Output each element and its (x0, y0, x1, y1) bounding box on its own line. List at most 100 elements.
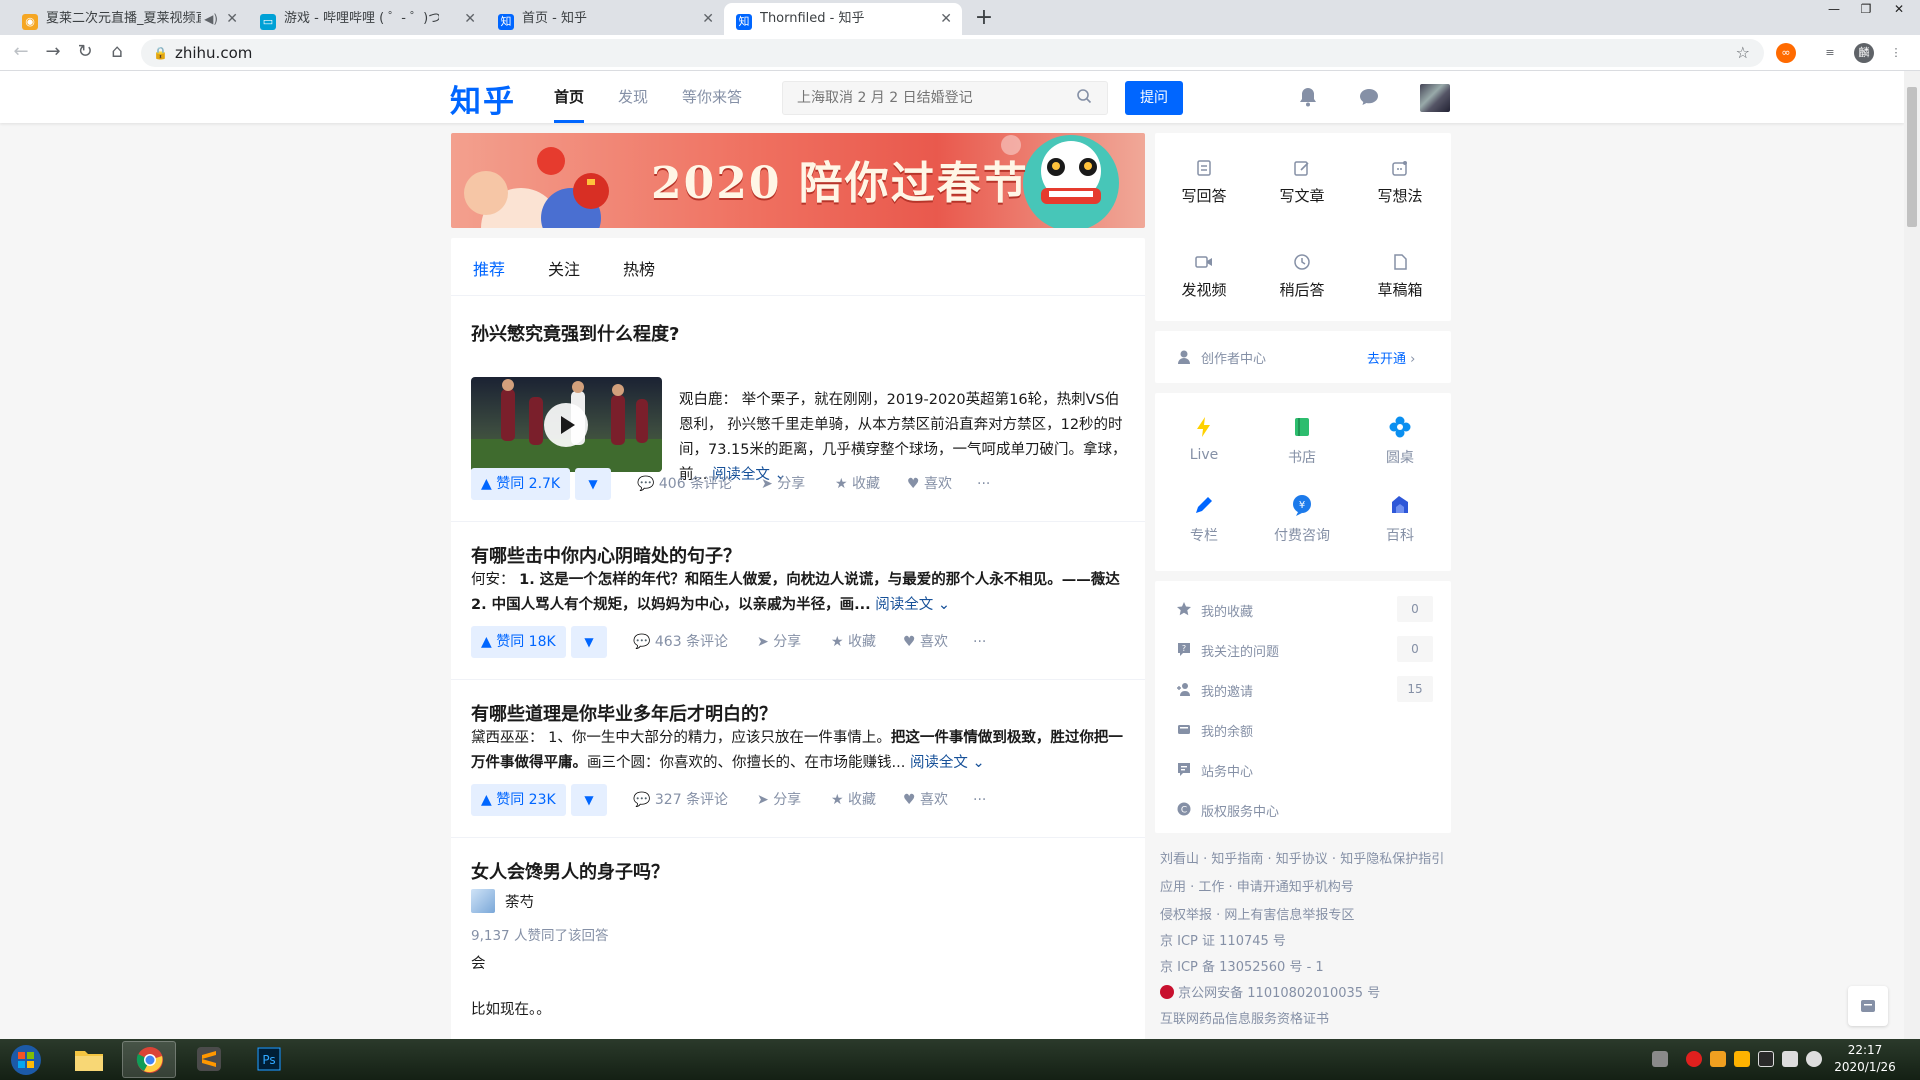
spring-festival-banner[interactable]: 2020 陪你过春节 (451, 133, 1145, 228)
video-thumbnail[interactable] (471, 377, 662, 472)
speaker-icon[interactable]: ◀) (204, 3, 218, 35)
nav-home[interactable]: 首页 (554, 71, 585, 123)
favorite-button[interactable]: ★ 收藏 (831, 784, 876, 816)
search-icon[interactable] (1076, 88, 1092, 104)
menu-my-favorites[interactable]: 我的收藏 0 (1155, 589, 1451, 629)
browser-tab-active[interactable]: 知 Thornfiled - 知乎 ✕ (724, 3, 962, 35)
close-tab-icon[interactable]: ✕ (940, 3, 952, 35)
app-roundtable[interactable]: 圆桌 (1351, 415, 1449, 467)
zhihu-logo[interactable]: 知乎 (450, 76, 516, 121)
share-button[interactable]: ➤ 分享 (761, 468, 805, 500)
menu-service-center[interactable]: 站务中心 (1155, 749, 1451, 789)
minimize-icon[interactable]: — (1820, 0, 1848, 22)
search-input[interactable] (782, 81, 1108, 115)
share-button[interactable]: ➤ 分享 (757, 626, 801, 658)
back-to-top-button[interactable] (1848, 986, 1888, 1026)
tab-follow[interactable]: 关注 (548, 256, 580, 280)
page-scrollbar[interactable] (1904, 71, 1920, 1039)
close-tab-icon[interactable]: ✕ (226, 3, 238, 35)
upvote-button[interactable]: ▲ 赞同 23K (471, 784, 566, 816)
bookmark-star-icon[interactable]: ☆ (1736, 39, 1750, 67)
question-title[interactable]: 有哪些道理是你毕业多年后才明白的？ (471, 700, 777, 726)
comment-button[interactable]: 💬 463 条评论 (633, 626, 728, 658)
app-consult[interactable]: ¥ 付费咨询 (1253, 493, 1351, 545)
footer-icp[interactable]: 京 ICP 备 13052560 号 - 1 (1160, 956, 1324, 975)
menu-copyright-center[interactable]: C 版权服务中心 (1155, 789, 1451, 829)
write-answer-button[interactable]: 写回答 (1155, 159, 1253, 206)
keyboard-icon[interactable] (1652, 1051, 1668, 1067)
read-more-link[interactable]: 阅读全文 ⌄ (910, 755, 985, 771)
start-button[interactable] (4, 1041, 48, 1078)
tab-hot[interactable]: 热榜 (623, 256, 655, 280)
author-avatar[interactable] (471, 889, 495, 913)
browser-tab[interactable]: ◉ 夏莱二次元直播_夏莱视频直 ◀) ✕ (10, 3, 248, 35)
answer-excerpt[interactable]: 何安： 1. 这是一个怎样的年代？和陌生人做爱，向枕边人说谎，与最爱的那个人永不… (471, 568, 1127, 618)
network-icon[interactable] (1782, 1051, 1798, 1067)
ask-button[interactable]: 提问 (1125, 81, 1183, 115)
close-tab-icon[interactable]: ✕ (464, 3, 476, 35)
profile-avatar[interactable]: 麟 (1854, 43, 1874, 63)
qq-icon[interactable] (1758, 1051, 1774, 1067)
bell-icon[interactable] (1297, 86, 1319, 108)
footer-links[interactable]: 侵权举报 · 网上有害信息举报专区 (1160, 904, 1354, 923)
creator-center-panel[interactable]: 创作者中心 去开通 › (1155, 331, 1451, 383)
question-title[interactable]: 有哪些击中你内心阴暗处的句子？ (471, 542, 741, 568)
footer-icp[interactable]: 京 ICP 证 110745 号 (1160, 930, 1286, 949)
forward-icon[interactable]: → (40, 41, 66, 62)
address-bar[interactable]: 🔒 zhihu.com ☆ (141, 39, 1764, 67)
new-tab-button[interactable]: + (970, 5, 998, 33)
security-shield-icon[interactable] (1710, 1051, 1726, 1067)
question-title[interactable]: 女人会馋男人的身子吗？ (471, 858, 669, 884)
user-avatar[interactable] (1420, 84, 1450, 112)
more-button[interactable]: ··· (973, 626, 986, 658)
menu-kebab-icon[interactable]: ⋮ (1886, 43, 1906, 63)
comment-button[interactable]: 💬 406 条评论 (637, 468, 732, 500)
nav-explore[interactable]: 发现 (618, 71, 648, 123)
back-icon[interactable]: ← (8, 41, 34, 62)
downvote-button[interactable]: ▼ (571, 784, 607, 816)
favorite-button[interactable]: ★ 收藏 (835, 468, 880, 500)
message-icon[interactable] (1358, 86, 1380, 108)
app-baike[interactable]: 百科 (1351, 493, 1449, 545)
nav-waiting[interactable]: 等你来答 (682, 71, 742, 123)
upvote-button[interactable]: ▲ 赞同 18K (471, 626, 566, 658)
app-bookstore[interactable]: 书店 (1253, 415, 1351, 467)
weibo-icon[interactable] (1686, 1051, 1702, 1067)
like-button[interactable]: ♥ 喜欢 (907, 468, 952, 500)
taskbar-sublime[interactable] (182, 1041, 236, 1078)
share-button[interactable]: ➤ 分享 (757, 784, 801, 816)
tab-recommend[interactable]: 推荐 (473, 256, 505, 280)
media-icon[interactable]: ≡ (1820, 43, 1840, 63)
read-more-link[interactable]: 阅读全文 ⌄ (875, 597, 950, 613)
more-button[interactable]: ··· (977, 468, 990, 500)
activate-link[interactable]: 去开通 › (1367, 348, 1415, 367)
menu-followed-questions[interactable]: ? 我关注的问题 0 (1155, 629, 1451, 669)
restore-icon[interactable]: ❐ (1852, 0, 1880, 22)
downvote-button[interactable]: ▼ (571, 626, 607, 658)
answer-later-button[interactable]: 稍后答 (1253, 253, 1351, 300)
author-name[interactable]: 荼芍 (505, 891, 534, 912)
favorite-button[interactable]: ★ 收藏 (831, 626, 876, 658)
taskbar-photoshop[interactable]: Ps (242, 1041, 296, 1078)
extension-icon[interactable]: ∞ (1776, 43, 1796, 63)
question-title[interactable]: 孙兴慜究竟强到什么程度? (471, 320, 679, 346)
home-icon[interactable]: ⌂ (104, 41, 130, 62)
close-tab-icon[interactable]: ✕ (702, 3, 714, 35)
menu-balance[interactable]: 我的余额 (1155, 709, 1451, 749)
system-clock[interactable]: 22:17 2020/1/26 (1820, 1042, 1910, 1076)
taskbar-chrome[interactable] (122, 1041, 176, 1078)
browser-tab[interactable]: ▭游戏 - 哔哩哔哩 ( ゜- ゜)つロ 干杯 ✕ (248, 3, 486, 35)
downvote-button[interactable]: ▼ (575, 468, 611, 500)
scrollbar-thumb[interactable] (1907, 87, 1917, 227)
app-live[interactable]: Live (1155, 415, 1253, 463)
app-column[interactable]: 专栏 (1155, 493, 1253, 545)
footer-license[interactable]: 互联网药品信息服务资格证书 (1160, 1008, 1329, 1027)
like-button[interactable]: ♥ 喜欢 (903, 626, 948, 658)
sogou-icon[interactable] (1734, 1051, 1750, 1067)
write-thought-button[interactable]: 写想法 (1351, 159, 1449, 206)
upvote-button[interactable]: ▲ 赞同 2.7K (471, 468, 571, 500)
more-button[interactable]: ··· (973, 784, 986, 816)
footer-security[interactable]: 京公网安备 11010802010035 号 (1160, 982, 1380, 1001)
browser-tab[interactable]: 知首页 - 知乎 ✕ (486, 3, 724, 35)
answer-excerpt[interactable]: 黛西巫巫： 1、你一生中大部分的精力，应该只放在一件事情上。把这一件事情做到极致… (471, 726, 1127, 776)
